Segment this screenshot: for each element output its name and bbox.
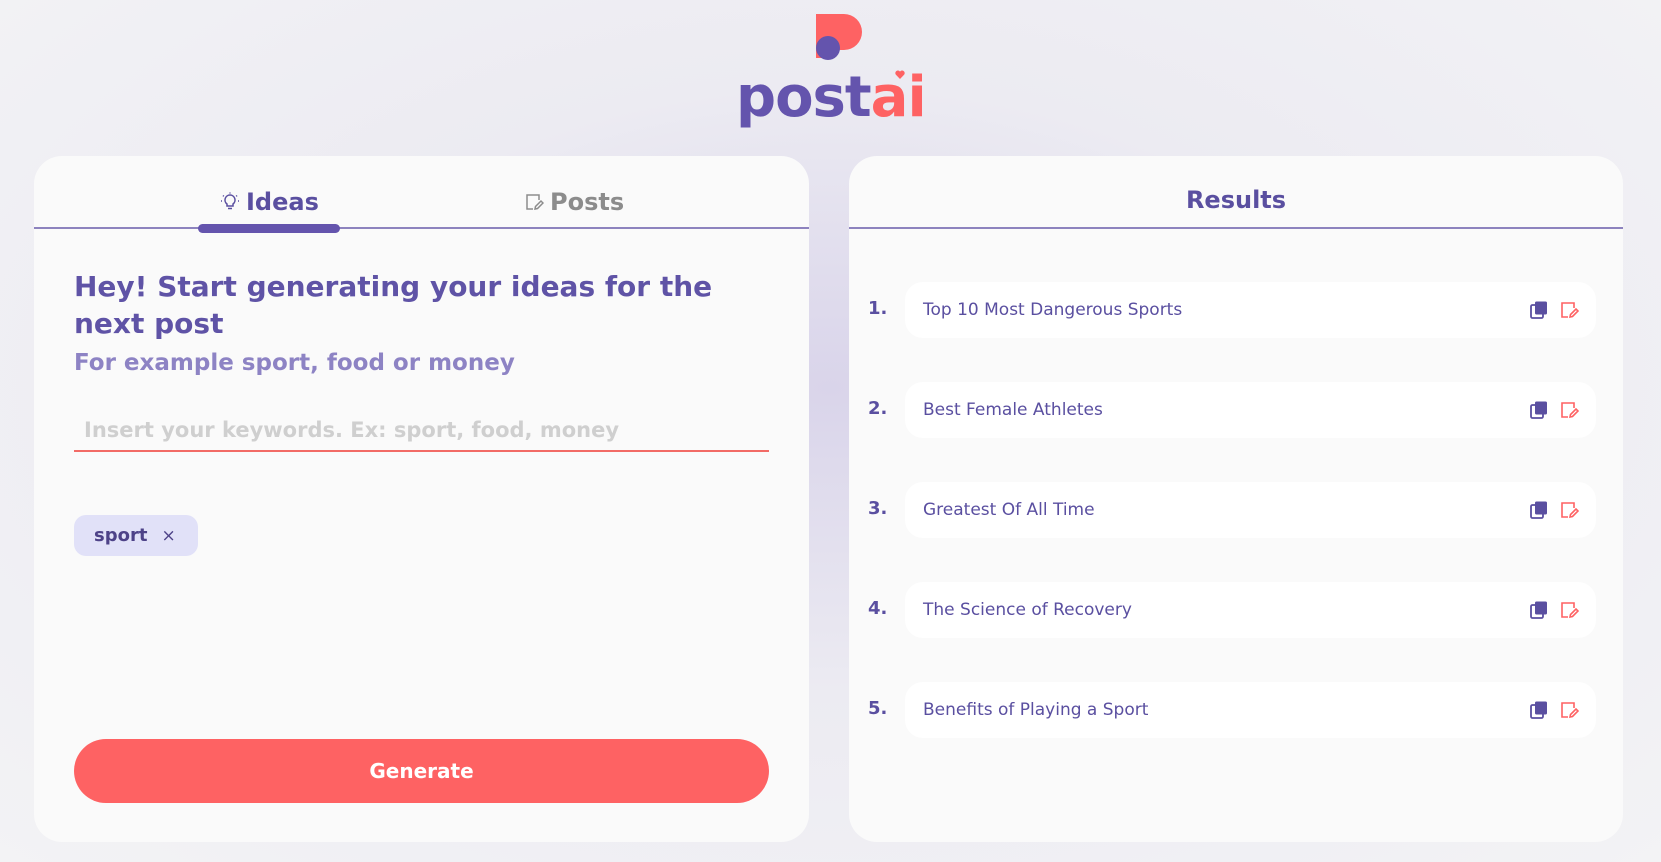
edit-document-icon — [526, 194, 544, 210]
heart-icon — [895, 70, 905, 79]
result-title: The Science of Recovery — [923, 600, 1132, 620]
tab-ideas-label: Ideas — [246, 188, 319, 216]
results-panel: Results 1. Top 10 Most Dangerous Sports … — [849, 156, 1623, 842]
copy-icon[interactable] — [1528, 399, 1550, 421]
result-number: 3. — [868, 498, 888, 519]
active-tab-indicator — [198, 224, 340, 233]
edit-document-icon[interactable] — [1558, 299, 1580, 321]
list-item: 2. Best Female Athletes — [849, 382, 1623, 438]
ideas-panel: Ideas Posts Hey! Start generating your i… — [34, 156, 809, 842]
copy-icon[interactable] — [1528, 299, 1550, 321]
close-icon[interactable]: × — [161, 526, 175, 546]
page-subheading: For example sport, food or money — [74, 350, 515, 376]
page-heading: Hey! Start generating your ideas for the… — [74, 270, 713, 340]
result-card: Greatest Of All Time — [905, 482, 1596, 538]
result-title: Top 10 Most Dangerous Sports — [923, 300, 1183, 320]
copy-icon[interactable] — [1528, 599, 1550, 621]
list-item: 4. The Science of Recovery — [849, 582, 1623, 638]
edit-document-icon[interactable] — [1558, 499, 1580, 521]
results-title: Results — [1185, 186, 1287, 214]
result-card: The Science of Recovery — [905, 582, 1596, 638]
result-title: Benefits of Playing a Sport — [923, 700, 1149, 720]
generate-button[interactable]: Generate — [74, 739, 769, 803]
copy-icon[interactable] — [1528, 499, 1550, 521]
result-card: Best Female Athletes — [905, 382, 1596, 438]
list-item: 3. Greatest Of All Time — [849, 482, 1623, 538]
keyword-chip: sport × — [74, 515, 198, 556]
keyword-chip-label: sport — [94, 525, 148, 546]
result-card: Benefits of Playing a Sport — [905, 682, 1596, 738]
result-number: 5. — [868, 698, 888, 719]
tab-ideas[interactable]: Ideas — [220, 186, 319, 218]
copy-icon[interactable] — [1528, 699, 1550, 721]
app-logo: postai — [736, 14, 927, 130]
tab-posts-label: Posts — [550, 188, 625, 216]
edit-document-icon[interactable] — [1558, 599, 1580, 621]
keywords-input[interactable] — [74, 410, 769, 452]
edit-document-icon[interactable] — [1558, 699, 1580, 721]
results-header: Results — [849, 156, 1623, 229]
list-item: 5. Benefits of Playing a Sport — [849, 682, 1623, 738]
logo-mark-icon — [816, 14, 862, 60]
result-card: Top 10 Most Dangerous Sports — [905, 282, 1596, 338]
result-number: 4. — [868, 598, 888, 619]
result-number: 2. — [868, 398, 888, 419]
results-list: 1. Top 10 Most Dangerous Sports 2. Best … — [849, 282, 1623, 782]
result-number: 1. — [868, 298, 888, 319]
lightbulb-icon — [221, 192, 239, 210]
result-title: Greatest Of All Time — [923, 500, 1095, 520]
result-title: Best Female Athletes — [923, 400, 1103, 420]
edit-document-icon[interactable] — [1558, 399, 1580, 421]
tab-posts[interactable]: Posts — [524, 186, 624, 218]
list-item: 1. Top 10 Most Dangerous Sports — [849, 282, 1623, 338]
tab-bar: Ideas Posts — [34, 156, 809, 233]
